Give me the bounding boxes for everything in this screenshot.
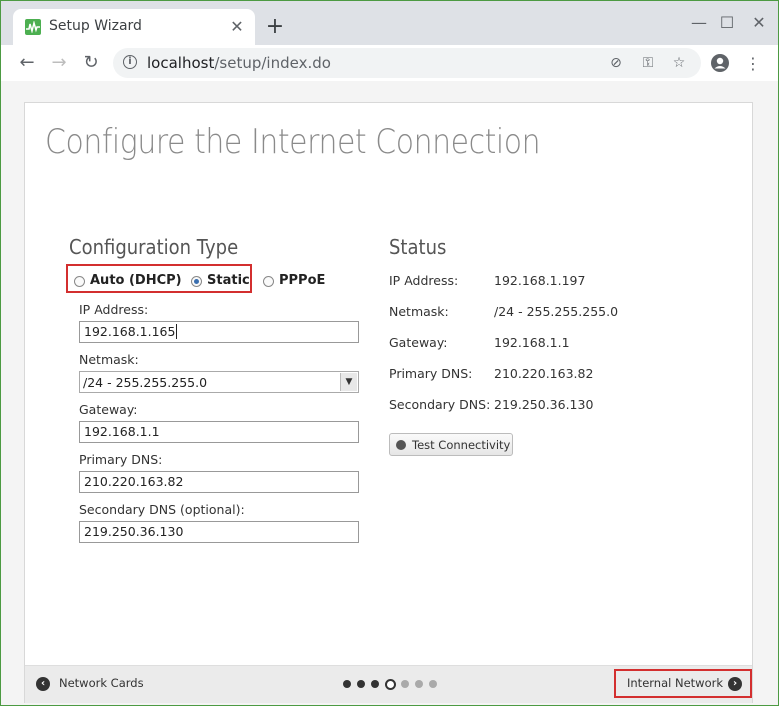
app-favicon-icon: [25, 19, 41, 35]
radio-auto-dhcp-label[interactable]: Auto (DHCP): [90, 273, 182, 288]
key-icon[interactable]: ⚿: [639, 54, 657, 72]
step-dot-7: [429, 680, 437, 688]
status-netmask-value: /24 - 255.255.255.0: [494, 304, 619, 319]
secondary-dns-label: Secondary DNS (optional):: [79, 502, 245, 517]
address-bar[interactable]: i localhost/setup/index.do ⊘ ⚿ ☆: [113, 48, 701, 78]
radio-pppoe[interactable]: [263, 276, 274, 287]
primary-dns-label: Primary DNS:: [79, 452, 163, 467]
tab-title: Setup Wizard: [49, 18, 142, 34]
radio-pppoe-label[interactable]: PPPoE: [279, 273, 325, 288]
bookmark-star-icon[interactable]: ☆: [670, 54, 688, 72]
reload-icon[interactable]: ↻: [79, 51, 103, 75]
step-dot-1: [343, 680, 351, 688]
config-section-title: Configuration Type: [69, 235, 239, 259]
url-text[interactable]: localhost/setup/index.do: [147, 54, 331, 72]
tab-close-icon[interactable]: ✕: [227, 17, 247, 37]
tab-strip: Setup Wizard ✕ + — ☐ ✕: [1, 1, 778, 45]
gateway-input[interactable]: 192.168.1.1: [79, 421, 359, 443]
text-cursor: [176, 324, 178, 339]
browser-toolbar: ← → ↻ i localhost/setup/index.do ⊘ ⚿ ☆ ⋮: [1, 45, 778, 82]
status-primary-dns-label: Primary DNS:: [389, 366, 473, 381]
step-dot-4-current: [385, 679, 396, 690]
test-connectivity-button[interactable]: Test Connectivity: [389, 433, 513, 456]
status-secondary-dns-value: 219.250.36.130: [494, 397, 594, 412]
step-dot-2: [357, 680, 365, 688]
new-tab-icon[interactable]: +: [263, 15, 287, 39]
gateway-label: Gateway:: [79, 402, 138, 417]
radio-auto-dhcp[interactable]: [74, 276, 85, 287]
blocked-content-icon[interactable]: ⊘: [607, 54, 625, 72]
status-primary-dns-value: 210.220.163.82: [494, 366, 594, 381]
maximize-icon[interactable]: ☐: [712, 11, 742, 35]
secondary-dns-input[interactable]: 219.250.36.130: [79, 521, 359, 543]
tab-setup-wizard[interactable]: Setup Wizard ✕: [13, 9, 255, 45]
status-netmask-label: Netmask:: [389, 304, 449, 319]
chevron-down-icon[interactable]: ▼: [340, 373, 357, 391]
step-dot-5: [401, 680, 409, 688]
step-dot-6: [415, 680, 423, 688]
radio-static[interactable]: [191, 276, 202, 287]
test-connectivity-label: Test Connectivity: [412, 438, 511, 452]
radio-static-label[interactable]: Static: [207, 273, 250, 288]
globe-icon: [396, 440, 406, 450]
minimize-icon[interactable]: —: [684, 11, 714, 35]
next-arrow-icon[interactable]: ›: [728, 677, 742, 691]
menu-kebab-icon[interactable]: ⋮: [742, 53, 764, 75]
status-gateway-value: 192.168.1.1: [494, 335, 570, 350]
status-section-title: Status: [389, 235, 447, 259]
prev-step-link[interactable]: Network Cards: [59, 676, 144, 690]
netmask-selected-value: /24 - 255.255.255.0: [83, 375, 208, 390]
forward-arrow-icon[interactable]: →: [47, 51, 71, 75]
step-dot-3: [371, 680, 379, 688]
url-path: /setup/index.do: [214, 54, 331, 72]
page-title: Configure the Internet Connection: [45, 122, 541, 162]
ip-address-value: 192.168.1.165: [84, 324, 176, 339]
status-ip-label: IP Address:: [389, 273, 459, 288]
netmask-label: Netmask:: [79, 352, 139, 367]
back-arrow-icon[interactable]: ←: [15, 51, 39, 75]
primary-dns-input[interactable]: 210.220.163.82: [79, 471, 359, 493]
status-secondary-dns-label: Secondary DNS:: [389, 397, 491, 412]
window-close-icon[interactable]: ✕: [744, 11, 774, 35]
url-host: localhost: [147, 54, 215, 72]
netmask-select[interactable]: /24 - 255.255.255.0 ▼: [79, 371, 359, 393]
next-step-link[interactable]: Internal Network: [627, 676, 723, 690]
site-info-icon[interactable]: i: [123, 55, 137, 69]
status-gateway-label: Gateway:: [389, 335, 448, 350]
ip-address-label: IP Address:: [79, 302, 149, 317]
ip-address-input[interactable]: 192.168.1.165: [79, 321, 359, 343]
prev-arrow-icon[interactable]: ‹: [36, 677, 50, 691]
profile-avatar-icon[interactable]: [709, 53, 731, 75]
status-ip-value: 192.168.1.197: [494, 273, 586, 288]
